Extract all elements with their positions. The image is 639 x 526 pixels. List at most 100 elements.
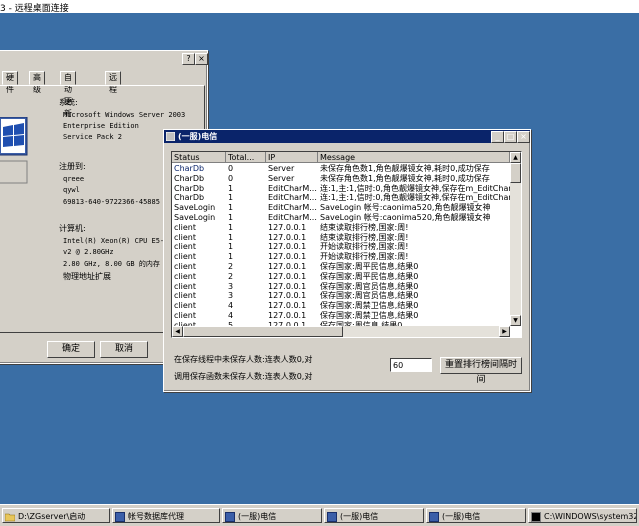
unsaved-function-label: 调用保存函数未保存人数:连表人数0,对	[174, 372, 313, 381]
column-header-status[interactable]: Status	[172, 152, 226, 163]
table-cell: 4	[228, 301, 234, 311]
unsaved-thread-label: 在保存线程中未保存人数:连表人数0,对	[174, 355, 313, 364]
os-edition: Enterprise Edition	[63, 122, 139, 130]
table-cell: 保存国家:周官员信息,结果0	[320, 291, 419, 301]
table-cell: 1	[228, 252, 234, 262]
memory-line: 2.80 GHz, 8.00 GB 的内存	[63, 260, 160, 268]
table-cell: 127.0.0.1	[268, 281, 307, 291]
table-row[interactable]: client 3 127.0.0.1 保存国家:周官员信息,结果0	[172, 282, 508, 292]
table-cell: 保存国家:周官员信息,结果0	[320, 281, 419, 291]
table-cell: client	[174, 281, 196, 291]
table-row[interactable]: client 4 127.0.0.1 保存国家:周禁卫信息,结果0	[172, 301, 508, 311]
registered-org: qywl	[63, 186, 80, 194]
table-row[interactable]: client 2 127.0.0.1 保存国家:周平民信息,结果0	[172, 272, 508, 282]
table-cell: 127.0.0.1	[268, 262, 307, 271]
table-cell: 1	[228, 203, 234, 213]
vertical-scrollbar[interactable]: ▲ ▼	[510, 152, 521, 326]
table-cell: client	[174, 291, 196, 301]
app-window-icon	[115, 511, 125, 522]
table-cell: 2	[228, 271, 234, 281]
taskbar: D:\ZGserver\启动 帐号数据库代理 (一服)电信 (一服)电信 (一服…	[0, 504, 639, 526]
table-cell: Server	[268, 173, 295, 183]
table-cell: client	[174, 271, 196, 281]
ok-button[interactable]: 确定	[47, 341, 95, 358]
console-icon	[531, 511, 541, 522]
table-cell: EditCharM...	[268, 213, 317, 222]
app-window-icon	[327, 511, 337, 522]
table-cell: client	[174, 301, 196, 311]
minimize-button[interactable]: _	[491, 131, 504, 143]
table-cell: Server	[268, 164, 295, 173]
table-cell: 结束读取排行榜,国家:周!	[320, 232, 409, 242]
table-row[interactable]: client 1 127.0.0.1 开始读取排行榜,国家:周!	[172, 252, 508, 262]
cpu-line-2: v2 @ 2.80GHz	[63, 248, 114, 256]
vertical-scroll-thumb[interactable]	[510, 163, 521, 183]
table-row[interactable]: CharDb 0 Server 未保存角色数1,角色靓爆镜女神,耗时0,成功保存	[172, 164, 508, 174]
reset-rank-interval-button[interactable]: 重置排行榜间隔时间	[440, 357, 522, 385]
table-cell: SaveLogin 帐号:caonima520,角色靓爆镜女神	[320, 203, 491, 213]
scroll-up-icon[interactable]: ▲	[510, 152, 521, 163]
column-header-total[interactable]: Total...	[226, 152, 266, 163]
table-row[interactable]: CharDb 1 EditCharM... 连:1,主:1,信时:0,角色靓爆镜女神,…	[172, 193, 510, 203]
windows-logo-icon	[0, 117, 28, 184]
table-cell: CharDb	[174, 164, 226, 174]
taskbar-item-startup-folder[interactable]: D:\ZGserver\启动	[2, 508, 110, 523]
table-cell: 保存国家:周平民信息,结果0	[320, 262, 419, 271]
table-row[interactable]: CharDb 1 EditCharM... 连:1,主:1,信时:0,角色靓爆镜女神,…	[172, 183, 510, 194]
table-cell: 2	[228, 262, 234, 271]
table-cell: EditCharM...	[268, 193, 317, 203]
close-button[interactable]: ×	[195, 53, 208, 65]
table-row[interactable]: client 1 127.0.0.1 结束读取排行榜,国家:周!	[172, 233, 508, 243]
log-table[interactable]: Status Total... IP Message CharDb 0 Server…	[171, 151, 522, 338]
interval-input[interactable]: 60	[390, 358, 432, 372]
column-header-message[interactable]: Message	[318, 152, 510, 163]
table-cell: CharDb	[174, 173, 205, 183]
tab-remote[interactable]: 远程	[105, 71, 121, 94]
table-cell: 127.0.0.1	[268, 232, 307, 242]
horizontal-scroll-thumb[interactable]	[183, 326, 343, 337]
cancel-button[interactable]: 取消	[100, 341, 148, 358]
table-cell: client	[174, 242, 196, 252]
taskbar-item-account-db-proxy[interactable]: 帐号数据库代理	[112, 508, 220, 523]
computer-label: 计算机:	[59, 224, 86, 233]
scroll-right-icon[interactable]: ▶	[499, 326, 510, 337]
table-cell: 1	[228, 183, 234, 193]
taskbar-item-server-1[interactable]: (一服)电信	[222, 508, 322, 523]
tab-hardware[interactable]: 硬件	[2, 71, 18, 94]
table-row[interactable]: CharDb 0 Server 未保存角色数1,角色靓爆镜女神,耗时0,成功保存	[172, 174, 508, 184]
product-id: 69813-640-9722366-45885	[63, 198, 160, 206]
server-titlebar[interactable]: (一服)电信 _ □ ×	[164, 130, 530, 143]
table-cell: 3	[228, 291, 234, 301]
remote-desktop-title: 3 - 远程桌面连接	[0, 4, 69, 14]
table-row[interactable]: client 1 127.0.0.1 结束读取排行榜,国家:周!	[172, 223, 508, 233]
tab-auto-update[interactable]: 自动更新	[60, 71, 76, 118]
table-cell: 开始读取排行榜,国家:周!	[320, 252, 409, 262]
pae-line: 物理地址扩展	[63, 272, 111, 281]
table-row[interactable]: client 2 127.0.0.1 保存国家:周平民信息,结果0	[172, 262, 508, 272]
taskbar-item-cmd[interactable]: C:\WINDOWS\system32	[528, 508, 637, 523]
table-cell: 1	[228, 222, 234, 232]
registered-user: qreee	[63, 175, 85, 183]
app-window-icon	[429, 511, 439, 522]
table-cell: 结束读取排行榜,国家:周!	[320, 222, 409, 232]
table-cell: 保存国家:周禁卫信息,结果0	[320, 311, 419, 320]
taskbar-item-server-3[interactable]: (一服)电信	[426, 508, 526, 523]
scroll-down-icon[interactable]: ▼	[510, 315, 521, 326]
horizontal-scrollbar[interactable]: ◀ ▶	[172, 326, 510, 337]
os-name: Microsoft Windows Server 2003	[63, 111, 186, 119]
table-cell: client	[174, 232, 196, 242]
column-header-ip[interactable]: IP	[266, 152, 318, 163]
scroll-left-icon[interactable]: ◀	[172, 326, 183, 337]
table-cell: CharDb	[174, 193, 205, 203]
tab-advanced[interactable]: 高级	[29, 71, 45, 94]
taskbar-item-server-2[interactable]: (一服)电信	[324, 508, 424, 523]
close-button[interactable]: ×	[517, 131, 530, 143]
table-row[interactable]: client 3 127.0.0.1 保存国家:周官员信息,结果0	[172, 291, 508, 301]
table-row[interactable]: SaveLogin 1 EditCharM... SaveLogin 帐号:caoni…	[172, 203, 508, 213]
table-row[interactable]: client 4 127.0.0.1 保存国家:周禁卫信息,结果0	[172, 311, 508, 321]
help-button[interactable]: ?	[182, 53, 195, 65]
table-row[interactable]: client 1 127.0.0.1 开始读取排行榜,国家:周!	[172, 242, 508, 252]
maximize-button[interactable]: □	[504, 131, 517, 143]
table-cell: 1	[228, 213, 234, 222]
table-row[interactable]: SaveLogin 1 EditCharM... SaveLogin 帐号:caoni…	[172, 213, 508, 223]
